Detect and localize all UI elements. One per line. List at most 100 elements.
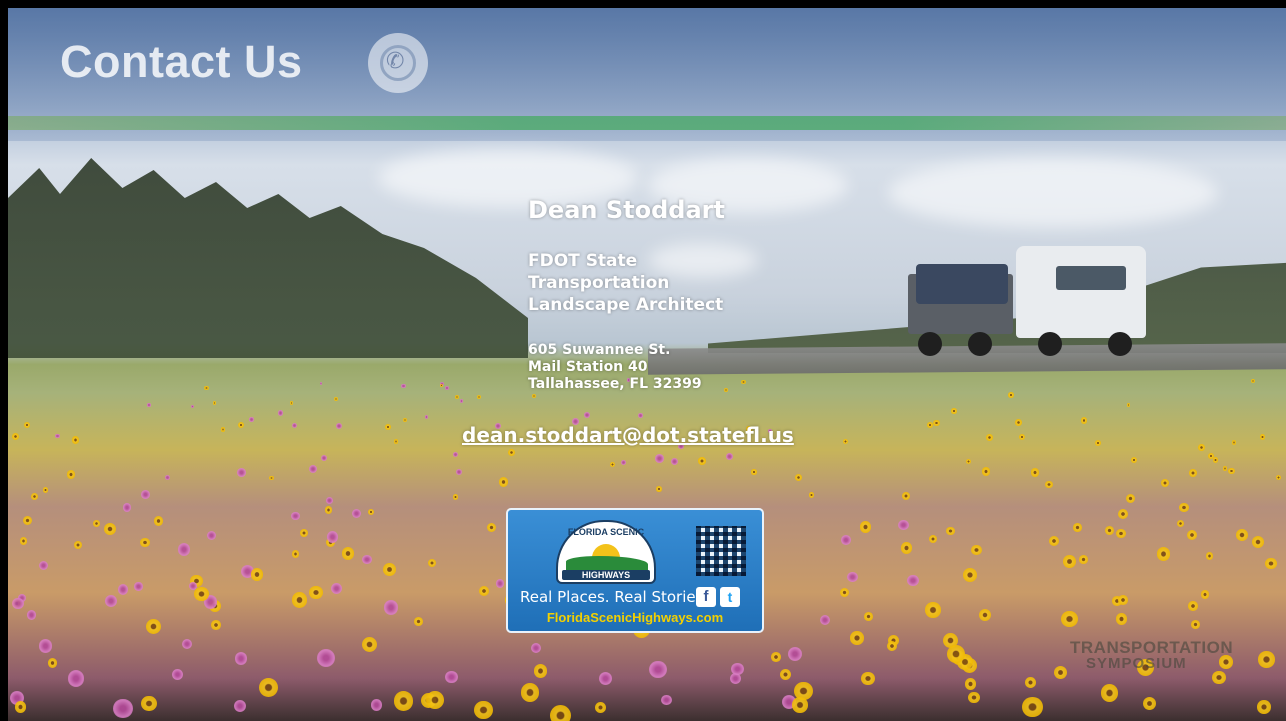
pink-flower	[401, 384, 406, 389]
pink-flower	[233, 699, 246, 712]
yellow-flower	[1191, 620, 1201, 629]
yellow-flower	[14, 701, 27, 713]
yellow-flower	[368, 509, 375, 515]
yellow-flower	[779, 668, 791, 680]
yellow-flower	[251, 568, 264, 581]
pink-flower	[105, 594, 118, 607]
logo-top-text: FLORIDA SCENIC	[567, 527, 645, 537]
yellow-flower	[1207, 453, 1214, 459]
yellow-flower	[531, 393, 537, 399]
yellow-flower	[1258, 651, 1275, 668]
pink-flower	[165, 474, 171, 481]
pink-flower	[190, 404, 195, 409]
yellow-flower	[981, 467, 991, 476]
yellow-flower	[1186, 529, 1198, 541]
pink-flower	[277, 409, 284, 416]
yellow-flower	[1105, 526, 1115, 536]
yellow-flower	[986, 434, 993, 442]
yellow-flower	[1100, 683, 1119, 702]
pink-flower	[654, 454, 664, 463]
yellow-flower	[1211, 670, 1226, 685]
hills-icon	[566, 556, 648, 570]
cloud	[888, 158, 1218, 228]
yellow-flower	[1259, 434, 1266, 440]
yellow-flower	[291, 592, 308, 609]
pink-flower	[11, 597, 24, 610]
pink-flower	[788, 646, 803, 661]
yellow-flower	[1205, 552, 1214, 560]
yellow-flower	[1018, 434, 1025, 441]
yellow-flower	[141, 695, 157, 712]
yellow-flower	[498, 477, 508, 487]
yellow-flower	[204, 386, 209, 391]
pink-flower	[455, 469, 463, 476]
address-line: Tallahassee, FL 32399	[528, 376, 702, 392]
yellow-flower	[968, 691, 980, 703]
yellow-flower	[1115, 528, 1126, 539]
yellow-flower	[901, 491, 910, 501]
yellow-flower	[550, 705, 572, 721]
pink-flower	[172, 668, 183, 680]
yellow-flower	[1125, 493, 1136, 503]
page-title: Contact Us	[60, 36, 303, 87]
yellow-flower	[1257, 700, 1271, 714]
yellow-flower	[19, 537, 28, 545]
logo-bottom-text: HIGHWAYS	[562, 570, 650, 580]
badge-url[interactable]: FloridaScenicHighways.com	[508, 610, 762, 625]
pink-flower	[445, 671, 458, 684]
yellow-flower	[1198, 444, 1205, 451]
pink-flower	[847, 571, 859, 583]
twitter-icon[interactable]: t	[720, 587, 740, 607]
pink-flower	[841, 535, 851, 545]
pink-flower	[583, 412, 590, 418]
pink-flower	[317, 648, 336, 667]
yellow-flower	[487, 523, 497, 533]
pink-flower	[141, 490, 150, 500]
yellow-flower	[1250, 379, 1255, 384]
yellow-flower	[966, 459, 972, 465]
yellow-flower	[843, 438, 848, 444]
yellow-flower	[289, 401, 294, 405]
yellow-flower	[887, 640, 898, 651]
yellow-flower	[474, 701, 493, 720]
yellow-flower	[1022, 696, 1043, 718]
yellow-flower	[839, 588, 849, 598]
pink-flower	[147, 403, 151, 407]
pink-flower	[670, 458, 678, 466]
yellow-flower	[414, 617, 424, 626]
scenic-highways-badge[interactable]: FLORIDA SCENIC HIGHWAYS Real Places. Rea…	[506, 508, 764, 633]
yellow-flower	[427, 558, 436, 567]
pink-flower	[308, 465, 317, 474]
yellow-flower	[439, 384, 443, 388]
pink-flower	[424, 415, 429, 419]
yellow-flower	[454, 394, 459, 399]
contact-address: 605 Suwannee St. Mail Station 40 Tallaha…	[528, 342, 788, 393]
yellow-flower	[452, 494, 459, 500]
pink-flower	[531, 642, 542, 653]
yellow-flower	[794, 473, 803, 482]
yellow-flower	[71, 436, 80, 444]
slide: Contact Us ✆ Dean Stoddart FDOT State Tr…	[8, 8, 1286, 721]
facebook-icon[interactable]: f	[696, 587, 716, 607]
yellow-flower	[309, 585, 323, 600]
yellow-flower	[211, 619, 222, 630]
pink-flower	[459, 399, 464, 403]
yellow-flower	[964, 678, 977, 690]
yellow-flower	[11, 433, 19, 441]
contact-email-link[interactable]: dean.stoddart@dot.statefl.us	[462, 423, 794, 447]
yellow-flower	[1115, 613, 1127, 625]
pink-flower	[292, 422, 298, 428]
yellow-flower	[93, 519, 100, 527]
yellow-flower	[1160, 478, 1169, 487]
yellow-flower	[1231, 440, 1237, 446]
pink-flower	[726, 452, 734, 460]
contact-phone-icon: ✆	[368, 33, 428, 93]
yellow-flower	[334, 396, 339, 402]
pink-flower	[26, 610, 36, 620]
yellow-flower	[402, 417, 408, 423]
pink-flower	[352, 509, 362, 519]
yellow-flower	[594, 701, 606, 713]
yellow-flower	[900, 542, 913, 554]
yellow-flower	[220, 426, 226, 432]
yellow-flower	[770, 652, 781, 662]
